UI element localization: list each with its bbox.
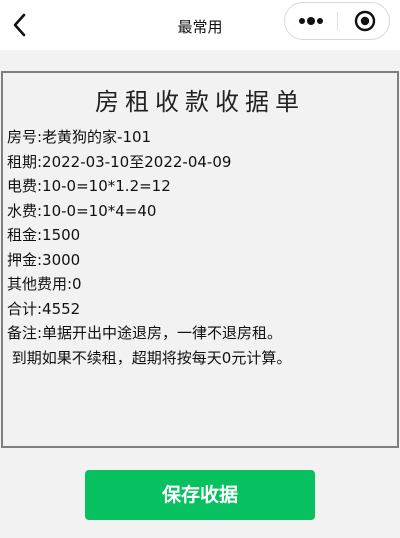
receipt-line-rent: 租金:1500 bbox=[7, 226, 81, 244]
receipt-line-remark: 备注:单据开出中途退房，一律不退房租。 bbox=[7, 324, 283, 342]
receipt-line-period: 租期:2022-03-10至2022-04-09 bbox=[7, 152, 232, 171]
receipt-line-room: 房号:老黄狗的家-101 bbox=[7, 128, 152, 146]
save-receipt-button[interactable]: 保存收据 bbox=[85, 470, 315, 520]
capsule-divider bbox=[337, 12, 338, 30]
receipt-line-other-fees: 其他费用:0 bbox=[7, 275, 82, 293]
navigation-bar: 最常用 bbox=[0, 0, 400, 50]
receipt-line-deposit: 押金:3000 bbox=[7, 250, 81, 269]
receipt-line-water: 水费:10-0=10*4=40 bbox=[7, 201, 157, 220]
more-icon[interactable] bbox=[285, 3, 337, 39]
receipt-title: 房租收款收据单 bbox=[95, 88, 305, 116]
close-icon[interactable] bbox=[339, 3, 389, 39]
receipt-line-remark-continued: 到期如果不续租，超期将按每天0元计算。 bbox=[7, 348, 292, 367]
receipt-line-electricity: 电费:10-0=10*1.2=12 bbox=[7, 177, 171, 195]
receipt-panel: 房租收款收据单 房号:老黄狗的家-101 租期:2022-03-10至2022-… bbox=[1, 71, 399, 448]
receipt-lines: 房号:老黄狗的家-101 租期:2022-03-10至2022-04-09 电费… bbox=[7, 125, 393, 370]
receipt-line-total: 合计:4552 bbox=[7, 299, 81, 318]
menu-capsule bbox=[284, 2, 390, 40]
